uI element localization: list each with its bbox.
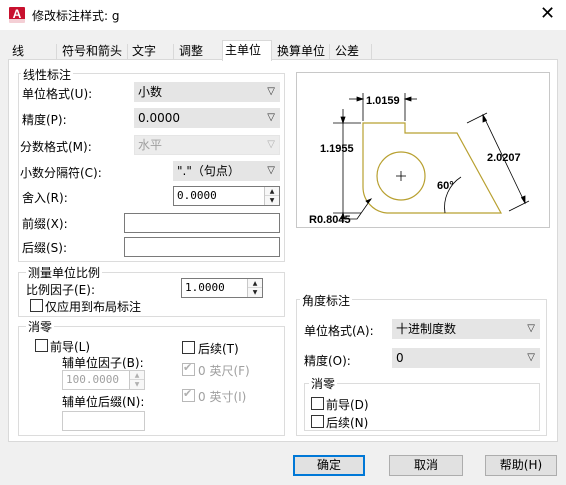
linear-group-title: 线性标注: [21, 66, 74, 83]
zero-inches-label: 0 英寸(I): [198, 390, 247, 404]
chevron-down-icon: ▽: [267, 165, 275, 176]
window-title: 修改标注样式: g: [32, 9, 120, 23]
scale-factor-value: 1.0000: [185, 281, 225, 294]
fraction-format-label: 分数格式(M):: [20, 140, 92, 154]
angular-unit-format-select[interactable]: 十进制度数 ▽: [392, 319, 540, 339]
tab-separator: [56, 44, 57, 59]
tab-separator: [371, 44, 372, 59]
layout-only-label: 仅应用到布局标注: [45, 300, 142, 314]
zero-feet-checkbox[interactable]: ✔: [182, 361, 195, 376]
tab-tolerances[interactable]: 公差: [333, 43, 361, 60]
dim-angle-text: 60°: [437, 180, 454, 192]
angular-unit-format-value: 十进制度数: [396, 322, 457, 336]
angular-precision-value: 0: [396, 351, 404, 365]
scale-factor-label: 比例因子(E):: [26, 283, 95, 297]
layout-only-checkbox[interactable]: [30, 299, 43, 312]
unit-format-select[interactable]: 小数 ▽: [134, 82, 280, 102]
trailing-zero-label: 后续(T): [198, 342, 239, 356]
tab-primary-units[interactable]: 主单位: [222, 40, 272, 61]
precision-select[interactable]: 0.0000 ▽: [134, 108, 280, 128]
angular-precision-label: 精度(O):: [304, 354, 351, 368]
angular-trailing-checkbox[interactable]: [311, 415, 324, 428]
dimension-preview: 1.0159 1.1955 2.0207 60° R0.8045: [296, 72, 550, 228]
scale-group-title: 测量单位比例: [26, 264, 103, 281]
suffix-label: 后缀(S):: [22, 241, 68, 255]
zero-feet-label: 0 英尺(F): [198, 364, 250, 378]
checkmark-icon: ✔: [183, 387, 193, 400]
chevron-down-icon: ▽: [267, 86, 275, 97]
spin-down-icon[interactable]: ▼: [248, 288, 262, 297]
decimal-separator-value: "."（句点）: [177, 164, 240, 178]
trailing-zero-checkbox[interactable]: [182, 341, 195, 354]
tab-alternate-units[interactable]: 换算单位: [275, 43, 327, 60]
chevron-down-icon: ▽: [267, 112, 275, 123]
sub-unit-suffix-label: 辅单位后缀(N):: [62, 395, 145, 409]
scale-factor-stepper[interactable]: ▲ ▼: [247, 279, 262, 297]
leading-zero-checkbox[interactable]: [35, 339, 48, 352]
sub-unit-factor-stepper[interactable]: ▲ ▼: [129, 371, 144, 389]
round-off-value: 0.0000: [177, 189, 217, 202]
sub-unit-factor-value: 100.0000: [66, 373, 119, 386]
unit-format-label: 单位格式(U):: [22, 87, 93, 101]
spin-up-icon[interactable]: ▲: [130, 371, 144, 380]
angular-trailing-label: 后续(N): [326, 416, 369, 430]
tab-separator: [329, 44, 330, 59]
fraction-format-select[interactable]: 水平 ▽: [134, 135, 280, 155]
angular-zero-title: 消零: [309, 375, 338, 392]
sub-unit-suffix-input[interactable]: [62, 411, 145, 431]
tab-symbols-arrows[interactable]: 符号和箭头: [60, 43, 124, 60]
chevron-down-icon: ▽: [527, 352, 535, 363]
precision-label: 精度(P):: [22, 113, 67, 127]
tab-separator: [173, 44, 174, 59]
prefix-input[interactable]: [124, 213, 280, 233]
round-off-label: 舍入(R):: [22, 191, 68, 205]
ok-button[interactable]: 确定: [293, 455, 365, 476]
angular-precision-select[interactable]: 0 ▽: [392, 348, 540, 368]
close-icon[interactable]: ✕: [540, 4, 555, 24]
spin-up-icon[interactable]: ▲: [265, 187, 279, 196]
dim-radius-text: R0.8045: [309, 214, 351, 226]
round-off-stepper[interactable]: ▲ ▼: [264, 187, 279, 205]
decimal-separator-label: 小数分隔符(C):: [20, 166, 102, 180]
preview-drawing: 1.0159 1.1955 2.0207 60° R0.8045: [309, 93, 530, 226]
precision-value: 0.0000: [138, 111, 180, 125]
zero-inches-checkbox[interactable]: ✔: [182, 387, 195, 402]
preview-part-outline: [362, 122, 503, 214]
dim-top-text: 1.0159: [366, 95, 400, 107]
sub-unit-factor-label: 辅单位因子(B):: [62, 356, 144, 370]
autocad-app-icon: A: [9, 7, 25, 23]
chevron-down-icon: ▽: [267, 139, 275, 150]
unit-format-value: 小数: [138, 85, 163, 99]
decimal-separator-select[interactable]: "."（句点） ▽: [173, 161, 280, 181]
fraction-format-value: 水平: [138, 138, 163, 152]
suffix-input[interactable]: [124, 237, 280, 257]
angular-group-title: 角度标注: [300, 292, 353, 309]
tab-separator: [127, 44, 128, 59]
chevron-down-icon: ▽: [527, 323, 535, 334]
tab-fit[interactable]: 调整: [177, 43, 205, 60]
spin-up-icon[interactable]: ▲: [248, 279, 262, 288]
spin-down-icon[interactable]: ▼: [130, 380, 144, 389]
checkmark-icon: ✔: [183, 361, 193, 374]
tab-lines[interactable]: 线: [10, 43, 26, 60]
tab-text[interactable]: 文字: [130, 43, 158, 60]
dim-left-text: 1.1955: [320, 143, 354, 155]
spin-down-icon[interactable]: ▼: [265, 196, 279, 205]
help-button[interactable]: 帮助(H): [485, 455, 557, 476]
leading-zero-label: 前导(L): [50, 340, 91, 354]
prefix-label: 前缀(X):: [22, 217, 68, 231]
angular-leading-checkbox[interactable]: [311, 397, 324, 410]
dim-right-text: 2.0207: [487, 152, 521, 164]
angular-leading-label: 前导(D): [326, 398, 369, 412]
zero-suppression-title: 消零: [26, 318, 55, 335]
cancel-button[interactable]: 取消: [389, 455, 463, 476]
angular-unit-format-label: 单位格式(A):: [304, 324, 374, 338]
